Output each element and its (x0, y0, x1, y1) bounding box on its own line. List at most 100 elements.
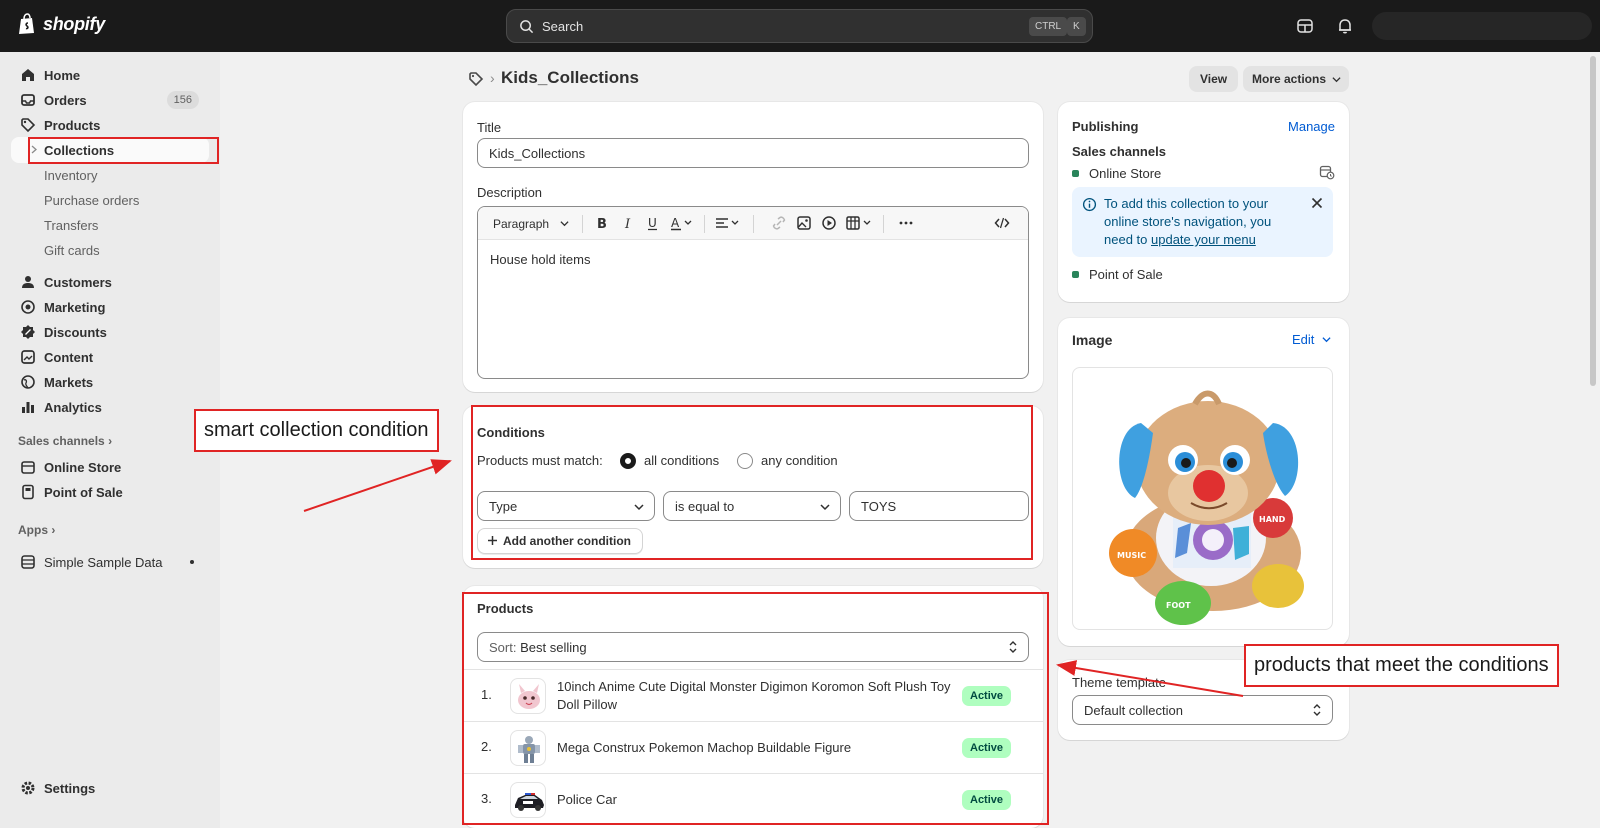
more-actions-button[interactable]: More actions (1243, 66, 1349, 92)
manage-link[interactable]: Manage (1288, 119, 1335, 134)
svg-text:MUSIC: MUSIC (1117, 551, 1146, 560)
sidebar-item-label: Orders (44, 93, 87, 108)
sidebar-item-label: Transfers (44, 218, 99, 233)
theme-template-value: Default collection (1084, 703, 1183, 718)
text-color-icon[interactable]: A (670, 215, 694, 231)
svg-text:U: U (648, 216, 657, 230)
sales-channels-section[interactable]: Sales channels › (18, 434, 112, 448)
align-icon[interactable] (715, 215, 741, 231)
title-description-card: Title Kids_Collections Description Parag… (463, 102, 1043, 392)
globe-icon (21, 375, 35, 389)
sidebar-item-label: Markets (44, 375, 94, 390)
apps-title: Apps (18, 523, 48, 537)
published-status-dot (1072, 170, 1079, 177)
update-menu-link[interactable]: update your menu (1151, 232, 1256, 247)
store-switcher-icon[interactable] (1296, 17, 1314, 35)
sidebar-item-inventory[interactable]: Inventory (11, 162, 209, 188)
pos-icon (22, 484, 34, 500)
table-icon[interactable] (846, 215, 874, 231)
theme-template-select[interactable]: Default collection (1072, 695, 1333, 725)
chart-icon (22, 402, 34, 413)
title-label: Title (477, 120, 502, 135)
svg-text:I: I (624, 217, 631, 231)
sidebar-item-label: Inventory (44, 168, 98, 183)
sidebar-item-label: Home (44, 68, 81, 83)
image-icon[interactable] (796, 215, 812, 231)
chevron-down-icon (1332, 77, 1341, 83)
sidebar-item-content[interactable]: Content (11, 344, 209, 370)
description-editor[interactable]: Paragraph B I U A House hold items (477, 206, 1029, 379)
shopify-bag-icon (19, 13, 34, 34)
sidebar-item-label: Analytics (44, 400, 102, 415)
app-indicator-dot (190, 560, 194, 564)
link-icon[interactable] (771, 215, 787, 231)
more-horizontal-icon[interactable] (898, 215, 914, 231)
code-view-icon[interactable] (994, 215, 1010, 231)
schedule-calendar-icon[interactable] (1319, 164, 1335, 180)
sidebar-item-orders[interactable]: Orders 156 (11, 87, 209, 113)
description-label: Description (477, 185, 543, 200)
sidebar-item-simple-sample-data[interactable]: Simple Sample Data (11, 549, 209, 575)
channel-name: Point of Sale (1089, 267, 1163, 282)
search-input[interactable]: Search CTRL K (506, 9, 1093, 43)
paragraph-dropdown[interactable]: Paragraph (493, 217, 569, 231)
bold-icon[interactable]: B (594, 215, 610, 231)
edit-image-link[interactable]: Edit (1292, 332, 1331, 347)
sidebar-item-marketing[interactable]: Marketing (11, 294, 209, 320)
published-status-dot (1072, 271, 1079, 278)
annotation-label-products-meet: products that meet the conditions (1244, 644, 1559, 687)
edit-label: Edit (1291, 332, 1315, 347)
italic-icon[interactable]: I (620, 215, 636, 231)
annotation-box-products (462, 592, 1049, 825)
store-icon (21, 461, 35, 474)
sidebar-item-label: Simple Sample Data (44, 555, 163, 570)
close-icon[interactable] (1311, 197, 1323, 209)
collections-tag-icon[interactable] (468, 71, 484, 87)
database-icon (21, 555, 35, 569)
sidebar-item-discounts[interactable]: Discounts (11, 319, 209, 345)
sidebar-item-gift-cards[interactable]: Gift cards (11, 237, 209, 263)
sidebar-item-customers[interactable]: Customers (11, 269, 209, 295)
sidebar-item-transfers[interactable]: Transfers (11, 212, 209, 238)
chevron-right-icon: › (51, 523, 56, 537)
editor-toolbar: Paragraph B I U A (478, 207, 1028, 240)
sidebar-item-label: Online Store (44, 460, 122, 475)
sidebar-item-label: Gift cards (44, 243, 100, 258)
shopify-logo[interactable]: shopify (18, 13, 105, 35)
page-header: › Kids_Collections View More actions (468, 66, 1350, 100)
apps-section[interactable]: Apps › (18, 523, 55, 537)
sidebar-item-settings[interactable]: Settings (11, 775, 209, 801)
toolbar-divider (753, 215, 754, 233)
annotation-label-smart-condition: smart collection condition (194, 409, 439, 452)
sidebar-item-analytics[interactable]: Analytics (11, 394, 209, 420)
account-menu[interactable] (1372, 12, 1592, 40)
description-text: House hold items (490, 252, 591, 267)
underline-icon[interactable]: U (645, 215, 661, 231)
notifications-bell-icon[interactable] (1336, 17, 1354, 35)
search-placeholder: Search (542, 19, 584, 34)
sidebar-item-home[interactable]: Home (11, 62, 209, 88)
sidebar-item-products[interactable]: Products (11, 112, 209, 138)
svg-text:HAND: HAND (1259, 515, 1286, 524)
view-button[interactable]: View (1189, 66, 1239, 92)
image-card: Image Edit MUSIC HAND FOOT (1058, 318, 1349, 646)
sidebar-item-point-of-sale[interactable]: Point of Sale (11, 479, 209, 505)
info-icon (1082, 197, 1097, 212)
channel-name: Online Store (1089, 166, 1162, 181)
sidebar-item-markets[interactable]: Markets (11, 369, 209, 395)
sidebar-item-label: Discounts (44, 325, 107, 340)
publishing-card: Publishing Manage Sales channels Online … (1058, 102, 1349, 302)
title-input[interactable]: Kids_Collections (477, 138, 1029, 168)
toolbar-divider (883, 215, 884, 233)
page-scrollbar[interactable] (1590, 56, 1596, 386)
sidebar-item-purchase-orders[interactable]: Purchase orders (11, 187, 209, 213)
banner-text: To add this collection to your online st… (1104, 195, 1294, 249)
image-heading: Image (1072, 332, 1113, 348)
collection-image[interactable]: MUSIC HAND FOOT (1072, 367, 1333, 630)
sidebar-item-online-store[interactable]: Online Store (11, 454, 209, 480)
sidebar-item-label: Marketing (44, 300, 106, 315)
page-title: Kids_Collections (501, 68, 639, 87)
video-icon[interactable] (821, 215, 837, 231)
sales-channels-label: Sales channels (1072, 144, 1166, 159)
navigation-info-banner: To add this collection to your online st… (1072, 187, 1333, 257)
